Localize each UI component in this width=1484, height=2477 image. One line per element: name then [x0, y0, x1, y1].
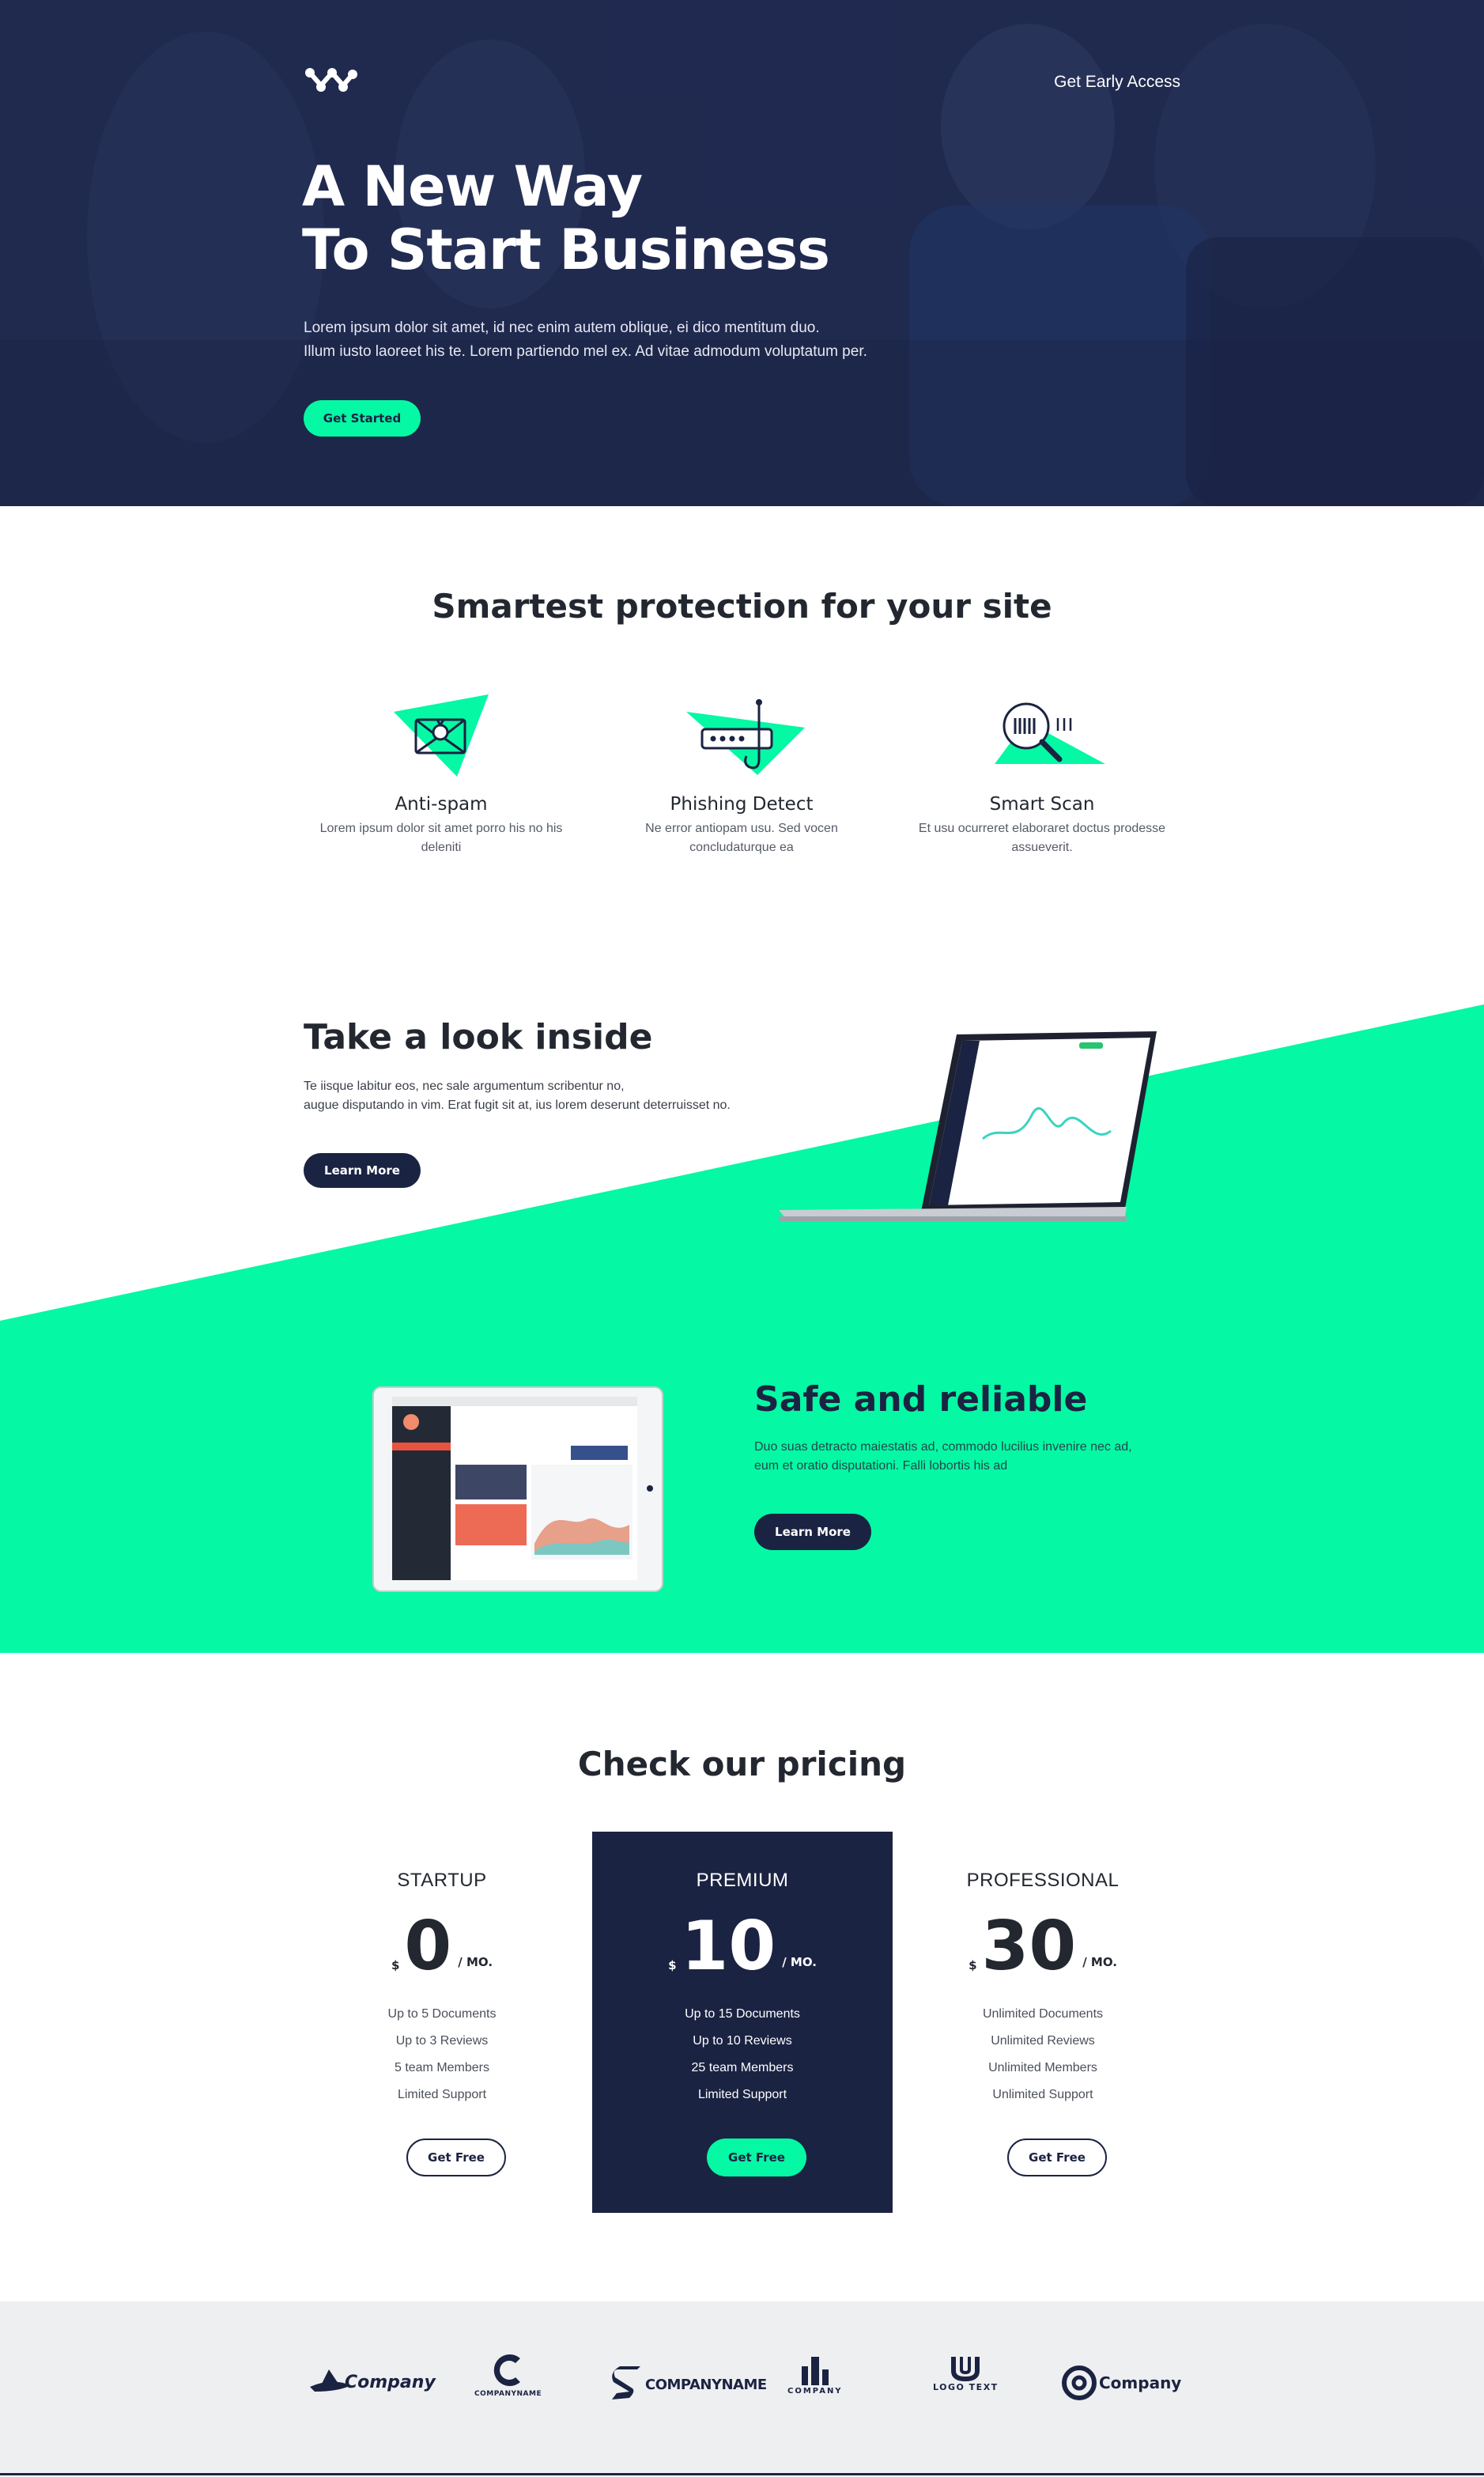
price-period: / MO. [1082, 1955, 1117, 1969]
safe-reliable-text-line2: eum et oratio disputationi. Falli lobort… [754, 1459, 1008, 1473]
client-logo[interactable]: COMPANYNAME [474, 2350, 542, 2398]
u-logo-icon [951, 2357, 980, 2382]
plan-feature: Up to 10 Reviews [693, 2034, 792, 2048]
safe-reliable-text: Duo suas detracto maiestatis ad, commodo… [754, 1438, 1165, 1476]
client-name: Company [345, 2372, 436, 2392]
features-title: Smartest protection for your site [432, 587, 1052, 626]
client-logo[interactable]: LOGO TEXT [933, 2354, 999, 2392]
magnifier-scan-icon [995, 702, 1105, 764]
price-amount: 0 [404, 1907, 452, 1986]
price-currency: $ [668, 1958, 677, 1972]
feature-title: Smart Scan [989, 794, 1095, 815]
client-logo[interactable]: Company [1061, 2365, 1181, 2401]
price-amount: 30 [981, 1907, 1077, 1986]
hero-section: Get Early Access A New Way To Start Busi… [0, 0, 1484, 506]
plan-feature: Up to 5 Documents [387, 2007, 497, 2021]
tablet-dashboard-image [372, 1386, 663, 1592]
feature-smart-scan: Smart Scan Et usu ocurreret elaboraret d… [908, 688, 1176, 857]
price-currency: $ [391, 1958, 400, 1972]
client-logo[interactable]: Company [307, 2365, 436, 2399]
plan-features: Up to 15 Documents Up to 10 Reviews 25 t… [592, 2001, 893, 2108]
price-currency: $ [969, 1958, 977, 1972]
plan-name: PROFESSIONAL [966, 1870, 1120, 1891]
plan-feature: Unlimited Support [992, 2088, 1093, 2101]
brand-logo-icon[interactable] [304, 63, 359, 101]
router-hook-icon [686, 699, 805, 775]
hero-title-line1: A New Way [302, 154, 643, 219]
client-logos-section: Company COMPANYNAME COMPANYNAME COMPANY … [0, 2301, 1484, 2475]
get-free-button[interactable]: Get Free [406, 2139, 506, 2176]
get-started-button[interactable]: Get Started [304, 400, 421, 437]
look-inside-title: Take a look inside [304, 1017, 653, 1057]
safe-reliable-text-line1: Duo suas detracto maiestatis ad, commodo… [754, 1440, 1132, 1454]
hero-title-line2: To Start Business [302, 217, 830, 282]
feature-phishing-detect: Phishing Detect Ne error antiopam usu. S… [607, 688, 876, 857]
price-amount: 10 [681, 1907, 776, 1986]
plan-feature: Up to 3 Reviews [395, 2034, 489, 2048]
look-inside-text: Te iisque labitur eos, nec sale argument… [304, 1077, 746, 1115]
plan-features: Up to 5 Documents Up to 3 Reviews 5 team… [292, 2001, 592, 2108]
price-period: / MO. [782, 1955, 817, 1969]
plan-professional: PROFESSIONAL $ 30 / MO. Unlimited Docume… [893, 1832, 1193, 2213]
plan-feature: Unlimited Reviews [991, 2034, 1095, 2048]
hero-subtitle-line1: Lorem ipsum dolor sit amet, id nec enim … [304, 320, 820, 336]
get-early-access-link[interactable]: Get Early Access [1054, 73, 1180, 92]
client-logo[interactable]: COMPANYNAME [609, 2365, 767, 2404]
hero-subtitle-line2: Illum iusto laoreet his te. Lorem partie… [304, 343, 867, 360]
get-free-button[interactable]: Get Free [1007, 2139, 1107, 2176]
feature-text: Ne error antiopam usu. Sed vocen conclud… [645, 822, 838, 854]
plan-feature: Unlimited Members [988, 2061, 1097, 2074]
s-logo-icon [612, 2366, 640, 2399]
envelope-bug-icon [394, 694, 489, 777]
plan-name: STARTUP [397, 1870, 487, 1891]
feature-anti-spam: Anti-spam Lorem ipsum dolor sit amet por… [307, 688, 576, 857]
pricing-title: Check our pricing [577, 1745, 907, 1783]
safe-reliable-title: Safe and reliable [754, 1379, 1088, 1420]
get-free-button[interactable]: Get Free [707, 2139, 806, 2176]
client-name: COMPANY [787, 2387, 843, 2396]
plan-feature: Unlimited Documents [982, 2007, 1104, 2021]
feature-title: Anti-spam [395, 794, 488, 815]
price-period: / MO. [458, 1955, 493, 1969]
plan-feature: 5 team Members [394, 2061, 490, 2074]
learn-more-button[interactable]: Learn More [304, 1153, 421, 1188]
cd-logo-icon [1062, 2365, 1097, 2400]
client-name: COMPANYNAME [474, 2390, 542, 2398]
client-name: Company [1099, 2373, 1182, 2392]
client-name: LOGO TEXT [933, 2382, 999, 2392]
feature-title: Phishing Detect [670, 794, 814, 815]
city-logo-icon [801, 2357, 829, 2385]
look-inside-text-line1: Te iisque labitur eos, nec sale argument… [304, 1080, 625, 1093]
plan-feature: Limited Support [397, 2088, 487, 2101]
learn-more-button[interactable]: Learn More [754, 1514, 871, 1550]
client-name: COMPANYNAME [645, 2376, 767, 2393]
plan-startup: STARTUP $ 0 / MO. Up to 5 Documents Up t… [292, 1832, 592, 2213]
laptop-dashboard-image [779, 1031, 1157, 1221]
hero-subtitle: Lorem ipsum dolor sit amet, id nec enim … [304, 316, 920, 364]
plan-price: $ 30 / MO. [893, 1908, 1193, 1982]
plan-feature: 25 team Members [691, 2061, 794, 2074]
plan-name: PREMIUM [696, 1870, 789, 1891]
feature-text: Et usu ocurreret elaboraret doctus prode… [918, 822, 1166, 854]
plan-features: Unlimited Documents Unlimited Reviews Un… [893, 2001, 1193, 2108]
hero-title: A New Way To Start Business [302, 155, 1014, 282]
c-swoosh-logo-icon [493, 2354, 520, 2386]
feature-text: Lorem ipsum dolor sit amet porro his no … [319, 822, 563, 854]
client-logo[interactable]: COMPANY [787, 2354, 843, 2396]
plan-price: $ 10 / MO. [592, 1908, 893, 1982]
plan-premium: PREMIUM $ 10 / MO. Up to 15 Documents Up… [592, 1832, 893, 2213]
look-inside-text-line2: augue disputando in vim. Erat fugit sit … [304, 1099, 731, 1112]
plan-price: $ 0 / MO. [292, 1908, 592, 1982]
plan-feature: Up to 15 Documents [685, 2007, 800, 2021]
plan-feature: Limited Support [697, 2088, 787, 2101]
